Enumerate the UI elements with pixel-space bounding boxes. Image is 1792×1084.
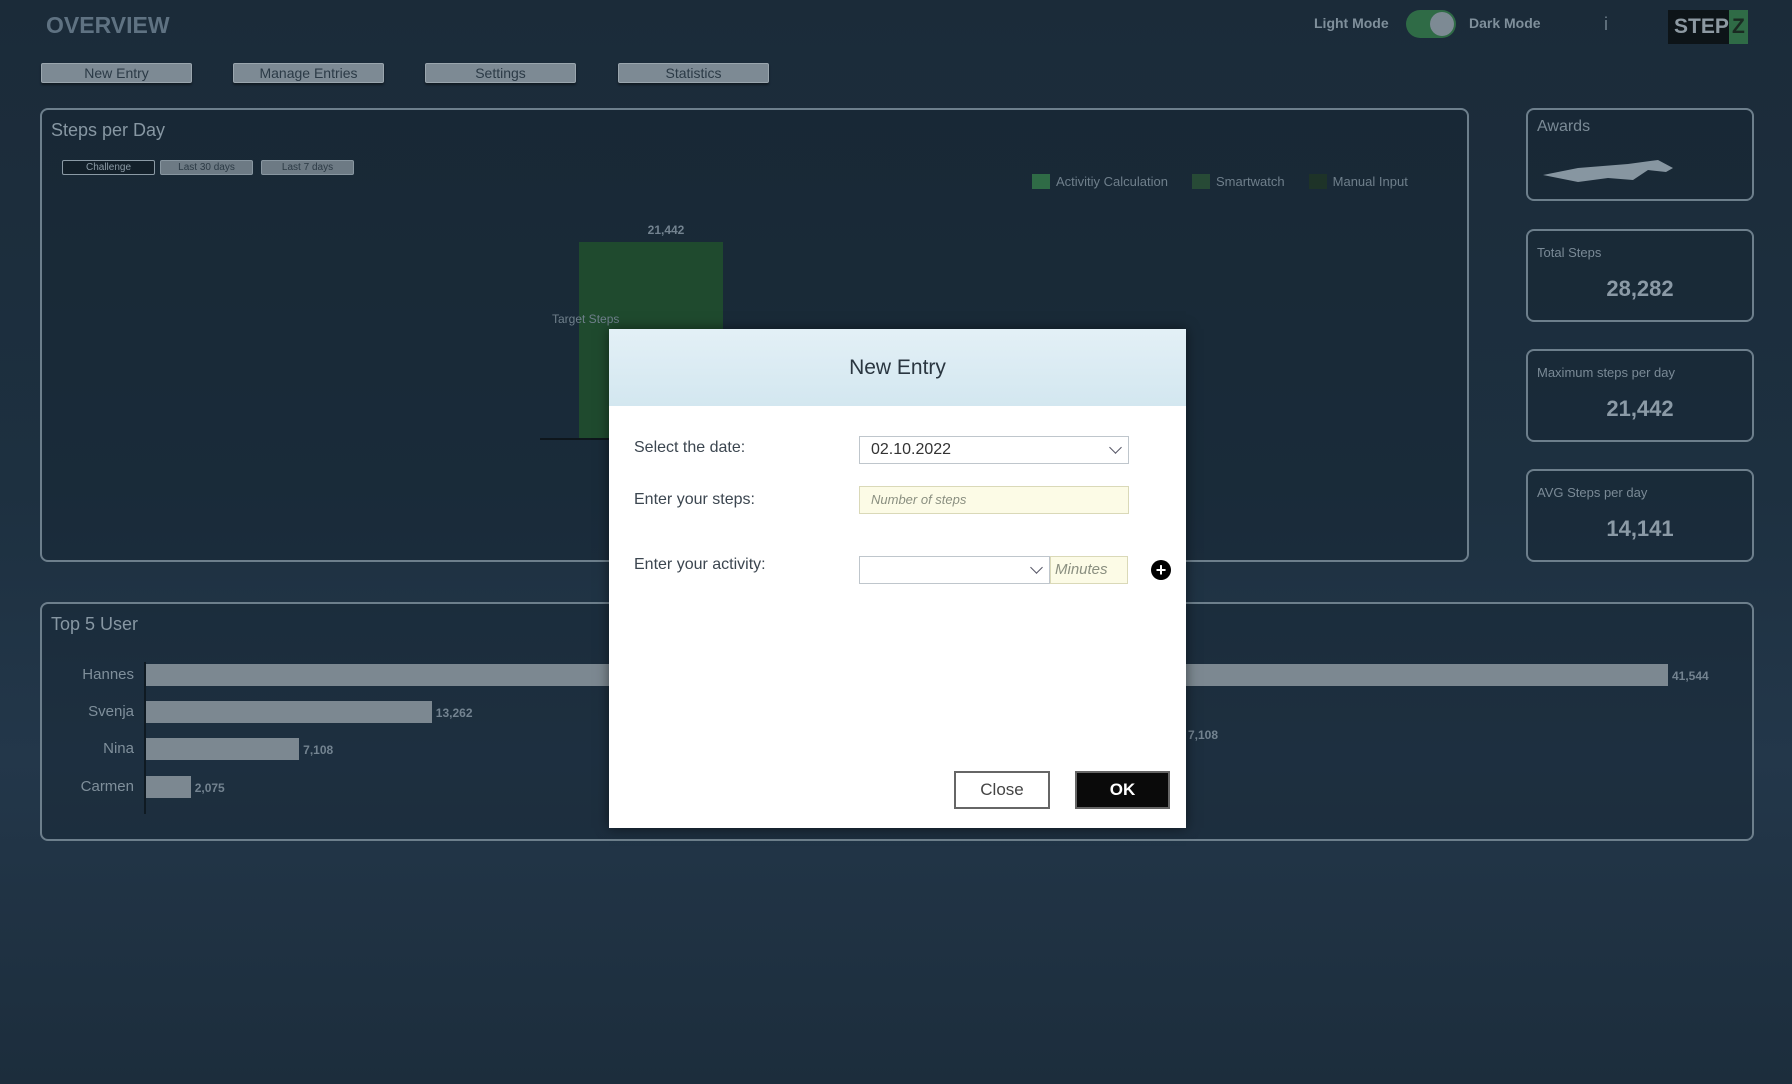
date-label: Select the date:: [634, 439, 746, 456]
theme-toggle[interactable]: [1406, 10, 1456, 38]
toggle-knob: [1430, 12, 1454, 36]
info-icon[interactable]: i: [1604, 14, 1608, 35]
legend-label: Activitiy Calculation: [1056, 174, 1168, 189]
user-name: Nina: [103, 740, 134, 757]
user-bar: [146, 776, 191, 798]
new-entry-dialog: New Entry Select the date: 02.10.2022 En…: [609, 329, 1186, 828]
nav-statistics[interactable]: Statistics: [618, 63, 769, 83]
logo-text: STEP: [1674, 15, 1729, 38]
logo-accent: Z: [1728, 10, 1748, 44]
card-label: Maximum steps per day: [1537, 365, 1675, 380]
dark-mode-label: Dark Mode: [1469, 15, 1541, 31]
avg-steps-card: AVG Steps per day 14,141: [1526, 469, 1754, 562]
panel-title: Top 5 User: [51, 614, 139, 634]
user-bar: [146, 701, 432, 723]
close-button[interactable]: Close: [954, 771, 1050, 809]
dialog-title: New Entry: [609, 329, 1186, 406]
filter-last-7-days[interactable]: Last 7 days: [261, 160, 354, 175]
card-value: 28,282: [1606, 276, 1674, 301]
legend-swatch: [1192, 174, 1210, 189]
user-bar-value: 41,544: [1672, 669, 1709, 683]
bar-data-label: 21,442: [647, 223, 685, 237]
legend-item: Activitiy Calculation: [1032, 174, 1168, 189]
chevron-down-icon[interactable]: [1109, 441, 1122, 454]
activity-label: Enter your activity:: [634, 556, 766, 573]
secondary-value-label: 7,108: [1188, 728, 1219, 742]
user-bar-value: 13,262: [435, 706, 473, 720]
chevron-down-icon[interactable]: [1030, 561, 1043, 574]
card-value: 21,442: [1606, 396, 1674, 421]
legend-item: Manual Input: [1308, 174, 1408, 189]
legend: Activitiy Calculation Smartwatch Manual …: [1032, 174, 1408, 189]
legend-label: Manual Input: [1332, 174, 1408, 189]
legend-swatch: [1032, 174, 1050, 189]
awards-card[interactable]: Awards: [1526, 108, 1754, 201]
nav-settings[interactable]: Settings: [425, 63, 576, 83]
legend-swatch: [1308, 174, 1327, 189]
user-bar-value: 2,075: [194, 781, 225, 795]
total-steps-card: Total Steps 28,282: [1526, 229, 1754, 322]
ok-button[interactable]: OK: [1075, 771, 1170, 809]
user-name: Hannes: [82, 666, 134, 683]
max-steps-card: Maximum steps per day 21,442: [1526, 349, 1754, 442]
minutes-input[interactable]: Minutes: [1050, 556, 1128, 584]
legend-label: Smartwatch: [1216, 174, 1285, 189]
user-name: Carmen: [80, 778, 134, 795]
card-label: AVG Steps per day: [1537, 485, 1648, 500]
legend-item: Smartwatch: [1192, 174, 1285, 189]
filter-last-30-days[interactable]: Last 30 days: [160, 160, 253, 175]
user-bar: [146, 738, 300, 760]
filter-challenge[interactable]: Challenge: [62, 160, 155, 175]
activity-select[interactable]: [859, 556, 1050, 584]
steps-input[interactable]: Number of steps: [859, 486, 1129, 514]
card-label: Total Steps: [1537, 245, 1602, 260]
light-mode-label: Light Mode: [1314, 15, 1389, 31]
cheetah-award-icon: [1543, 160, 1673, 182]
panel-title: Steps per Day: [51, 120, 166, 140]
user-name: Svenja: [88, 703, 134, 720]
steps-label: Enter your steps:: [634, 491, 755, 508]
logo: STEP Z: [1668, 10, 1748, 44]
target-label: Target Steps: [552, 312, 620, 326]
nav-manage-entries[interactable]: Manage Entries: [233, 63, 384, 83]
date-picker[interactable]: 02.10.2022: [859, 436, 1129, 464]
date-value: 02.10.2022: [871, 441, 952, 458]
user-bar-value: 7,108: [303, 743, 334, 757]
add-activity-icon[interactable]: +: [1151, 560, 1171, 580]
card-label: Awards: [1537, 118, 1591, 135]
card-value: 14,141: [1606, 516, 1674, 541]
nav-new-entry[interactable]: New Entry: [41, 63, 192, 83]
page-title: OVERVIEW: [46, 12, 170, 38]
